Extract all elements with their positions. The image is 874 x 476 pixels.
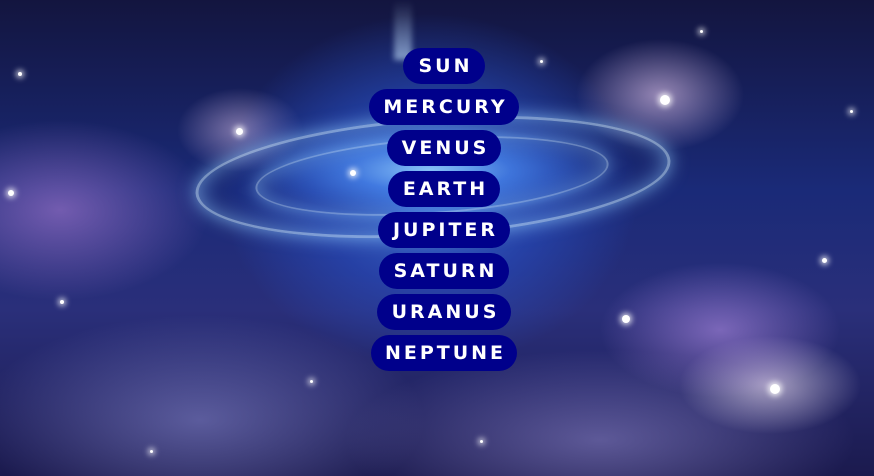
planet-button-jupiter[interactable]: JUPITER — [378, 212, 510, 248]
planet-button-mercury[interactable]: MERCURY — [369, 89, 519, 125]
planet-button-neptune[interactable]: NEPTUNE — [371, 335, 517, 371]
planet-button-sun[interactable]: SUN — [403, 48, 485, 84]
planet-button-list: SUN MERCURY VENUS EARTH JUPITER SATURN U… — [0, 0, 874, 476]
planet-button-venus[interactable]: VENUS — [387, 130, 501, 166]
planet-button-saturn[interactable]: SATURN — [379, 253, 509, 289]
planet-button-earth[interactable]: EARTH — [388, 171, 500, 207]
planet-button-uranus[interactable]: URANUS — [377, 294, 511, 330]
